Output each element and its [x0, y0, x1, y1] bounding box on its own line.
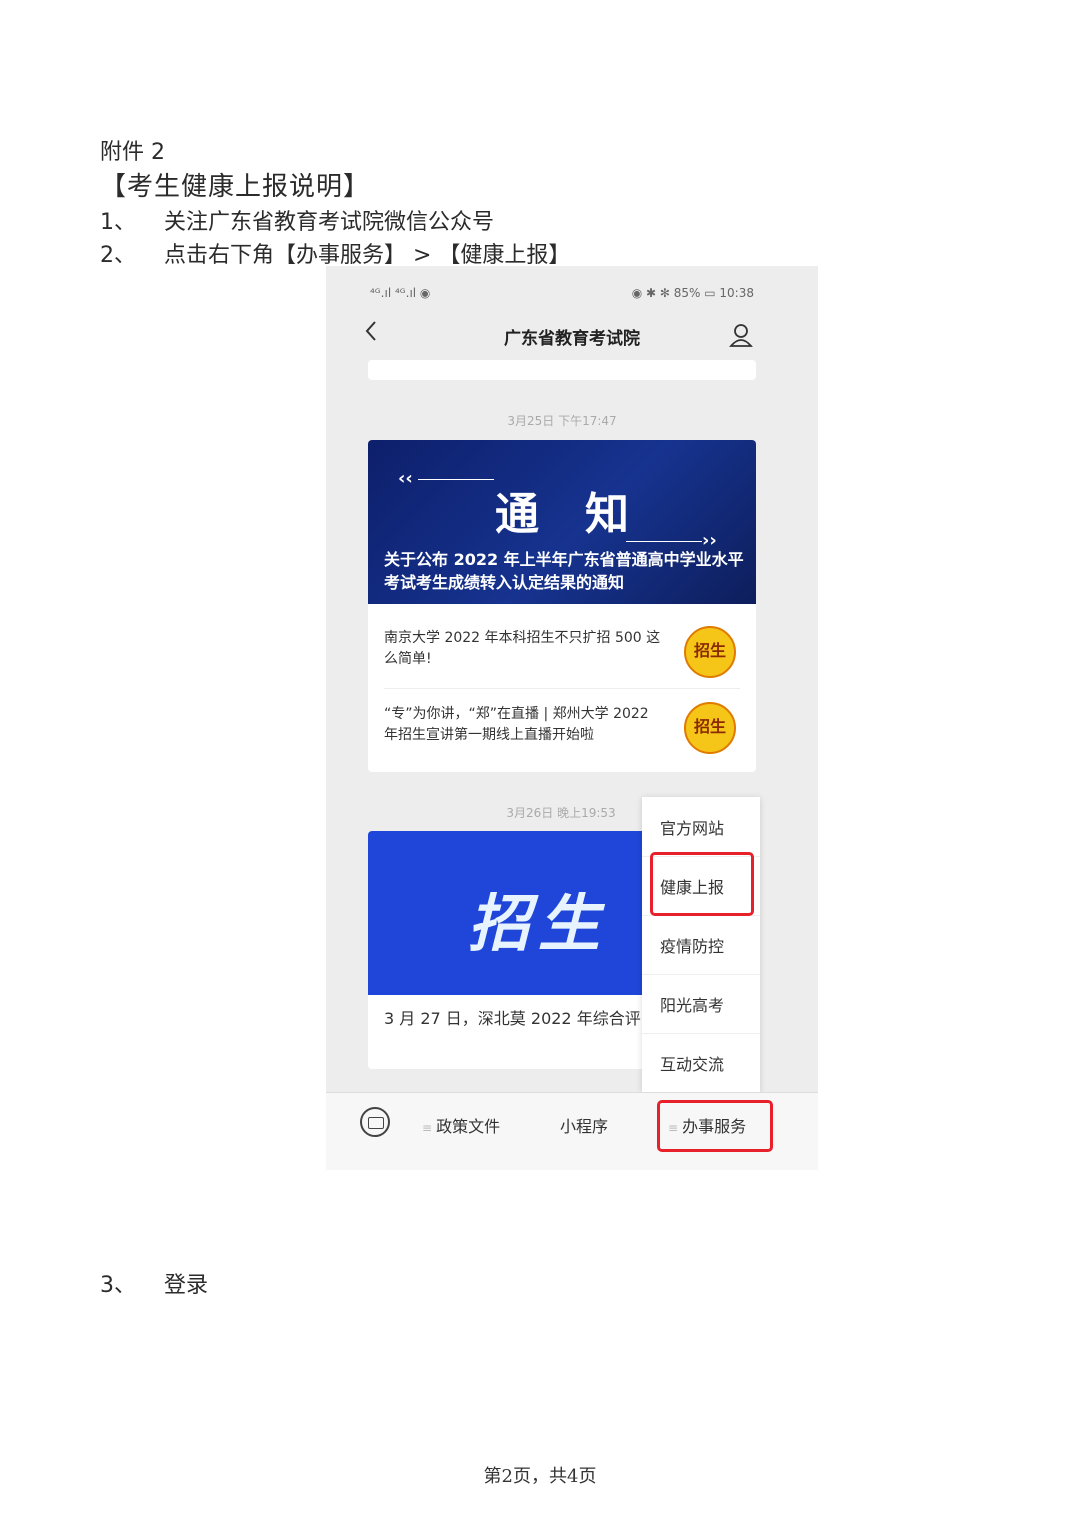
article-title: “专”为你讲，“郑”在直播 | 郑州大学 2022 年招生宣讲第一期线上直播开始…: [384, 706, 649, 743]
nav-bar: 广东省教育考试院: [326, 312, 818, 358]
tab-label: 小程序: [560, 1117, 609, 1136]
menu-item-epidemic-control[interactable]: 疫情防控: [642, 915, 760, 974]
menu-item-sunshine-gaokao[interactable]: 阳光高考: [642, 974, 760, 1033]
menu-item-official-site[interactable]: 官方网站: [642, 797, 760, 856]
phone-screenshot: ⁴ᴳ.ıl ⁴ᴳ.ıl ◉ ◉ ✱ ✻ 85% ▭ 10:38 广东省教育考试院…: [326, 266, 818, 1170]
menu-lines-icon: ≡: [422, 1121, 433, 1135]
status-right-indicators: ◉ ✱ ✻ 85% ▭ 10:38: [631, 286, 754, 300]
banner-title: 通知: [495, 489, 675, 540]
step-number: 1、: [100, 210, 136, 235]
highlight-box-health-report: [650, 852, 754, 916]
menu-item-label: 阳光高考: [660, 996, 725, 1015]
user-icon[interactable]: [728, 322, 754, 348]
banner-title: 招生: [468, 887, 609, 960]
document-title: 【考生健康上报说明】: [100, 172, 371, 202]
menu-item-label: 疫情防控: [660, 937, 725, 956]
menu-item-interaction[interactable]: 互动交流: [642, 1033, 760, 1092]
article-title: 南京大学 2022 年本科招生不只扩招 500 这么简单!: [384, 630, 661, 667]
banner-caption: 关于公布 2022 年上半年广东省普通高中学业水平考试考生成绩转入认定结果的通知: [384, 550, 744, 592]
tab-label: 政策文件: [436, 1117, 501, 1136]
step-1: 1、 关注广东省教育考试院微信公众号: [100, 204, 494, 236]
keyboard-icon[interactable]: [360, 1107, 390, 1137]
attachment-label: 附件 2: [100, 140, 165, 165]
divider: [626, 541, 702, 542]
menu-item-label: 官方网站: [660, 819, 725, 838]
previous-card: [368, 360, 756, 380]
divider: [384, 688, 740, 689]
highlight-box-services: [657, 1100, 773, 1152]
step-number: 2、: [100, 243, 136, 268]
step-number: 3、: [100, 1273, 136, 1298]
page-footer: 第2页，共4页: [483, 1466, 597, 1487]
list-item[interactable]: “专”为你讲，“郑”在直播 | 郑州大学 2022 年招生宣讲第一期线上直播开始…: [368, 692, 756, 766]
status-bar: ⁴ᴳ.ıl ⁴ᴳ.ıl ◉ ◉ ✱ ✻ 85% ▭ 10:38: [326, 266, 818, 306]
list-item[interactable]: 南京大学 2022 年本科招生不只扩招 500 这么简单! 招生: [368, 616, 756, 690]
service-menu: 官方网站 健康上报 疫情防控 阳光高考 互动交流: [642, 797, 760, 1092]
article-title: 3 月 27 日，深北莫 2022 年综合评 网络直播咨询会在线答疑!: [384, 1009, 684, 1028]
article-thumbnail: 招生: [684, 626, 736, 678]
step-2: 2、 点击右下角【办事服务】 > 【健康上报】: [100, 237, 570, 269]
article-card: ‹‹ 通知 ›› 关于公布 2022 年上半年广东省普通高中学业水平考试考生成绩…: [368, 440, 756, 772]
timestamp: 3月25日 下午17:47: [507, 414, 617, 428]
step-3: 3、 登录: [100, 1267, 208, 1299]
signal-indicators: ⁴ᴳ.ıl ⁴ᴳ.ıl ◉: [370, 286, 431, 300]
tab-mini-program[interactable]: 小程序: [560, 1113, 608, 1137]
step-text: 关注广东省教育考试院微信公众号: [164, 210, 495, 235]
step-text: 登录: [164, 1273, 209, 1298]
menu-item-label: 互动交流: [660, 1055, 725, 1074]
step-text: 点击右下角【办事服务】 > 【健康上报】: [164, 243, 571, 268]
article-thumbnail: 招生: [684, 702, 736, 754]
tab-policy-documents[interactable]: ≡ 政策文件: [422, 1113, 500, 1137]
notice-banner[interactable]: ‹‹ 通知 ›› 关于公布 2022 年上半年广东省普通高中学业水平考试考生成绩…: [368, 440, 756, 604]
